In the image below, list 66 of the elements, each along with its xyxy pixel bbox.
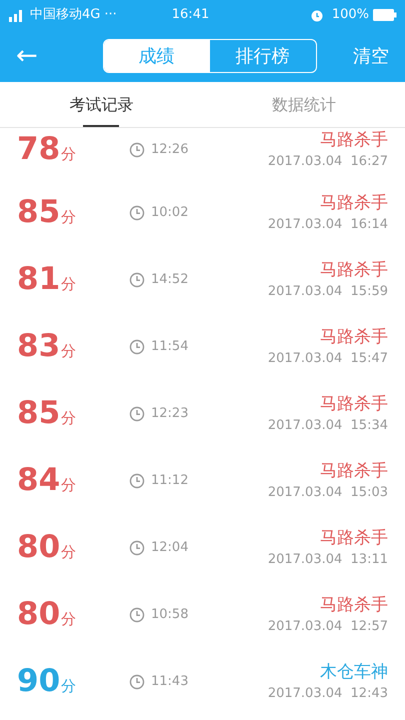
score-unit: 分: [61, 206, 76, 228]
exam-date: 2017.03.04 15:03: [268, 484, 388, 502]
exam-date: 2017.03.04 15:34: [268, 416, 388, 435]
exam-duration: 10:02: [151, 204, 188, 222]
score: 85: [17, 196, 60, 228]
exam-date: 2017.03.04 13:11: [268, 550, 388, 569]
exam-duration: 12:04: [151, 538, 188, 557]
exam-duration: 12:23: [151, 404, 188, 423]
score-unit: 分: [61, 144, 76, 165]
user-name: 马路杀手: [320, 392, 388, 416]
score: 90: [17, 666, 60, 697]
exam-duration: 10:58: [151, 606, 188, 624]
battery-icon: [373, 9, 397, 21]
score: 81: [17, 264, 60, 295]
segment-tab[interactable]: 排行榜: [210, 40, 316, 72]
back-button[interactable]: ←: [16, 43, 56, 69]
clock-icon: [129, 540, 145, 556]
exam-duration: 12:26: [151, 140, 188, 159]
clock-icon: [129, 406, 145, 422]
score: 84: [17, 464, 60, 496]
segment-tab[interactable]: 成绩: [104, 40, 210, 72]
carrier-name: 中国移动4G: [30, 6, 100, 24]
user-name: 马路杀手: [320, 128, 388, 152]
exam-date: 2017.03.04 16:27: [268, 152, 388, 171]
user-name: 马路杀手: [320, 258, 388, 282]
score-unit: 分: [61, 542, 76, 563]
exam-date: 2017.03.04 12:57: [268, 618, 388, 636]
user-name: 木仓车神: [320, 660, 388, 684]
score-unit: 分: [61, 274, 76, 295]
clock-icon: [129, 272, 145, 288]
score-unit: 分: [61, 408, 76, 429]
tab[interactable]: 数据统计: [202, 82, 405, 127]
exam-date: 2017.03.04 16:14: [268, 216, 388, 234]
user-name: 马路杀手: [320, 192, 388, 215]
clock-icon: [129, 606, 145, 622]
score: 80: [17, 598, 60, 630]
tab[interactable]: 考试记录: [0, 82, 202, 127]
score: 78: [17, 134, 60, 165]
exam-duration: 11:12: [151, 472, 188, 490]
score-unit: 分: [61, 676, 76, 697]
score: 85: [17, 398, 60, 429]
user-name: 马路杀手: [320, 460, 388, 483]
clock-icon: [129, 472, 145, 488]
score-unit: 分: [61, 608, 76, 630]
clock-time: 16:41: [172, 6, 210, 24]
score-unit: 分: [61, 474, 76, 496]
clear-button[interactable]: 清空: [353, 42, 389, 70]
user-name: 马路杀手: [320, 326, 388, 349]
exam-date: 2017.03.04 15:47: [268, 350, 388, 368]
exam-duration: 11:43: [151, 672, 188, 691]
user-name: 马路杀手: [320, 594, 388, 617]
more-dots: ···: [104, 6, 117, 24]
score-unit: 分: [61, 340, 76, 362]
exam-date: 2017.03.04 12:43: [268, 684, 388, 703]
battery-percent: 100%: [332, 6, 369, 24]
exam-duration: 14:52: [151, 270, 188, 289]
exam-duration: 11:54: [151, 338, 188, 356]
clock-icon: [129, 674, 145, 690]
clock-icon: [129, 142, 145, 158]
score: 80: [17, 532, 60, 563]
clock-icon: [129, 204, 145, 220]
alarm-icon: [310, 8, 324, 22]
user-name: 马路杀手: [320, 526, 388, 550]
exam-date: 2017.03.04 15:59: [268, 282, 388, 301]
score: 83: [17, 330, 60, 362]
clock-icon: [129, 338, 145, 354]
